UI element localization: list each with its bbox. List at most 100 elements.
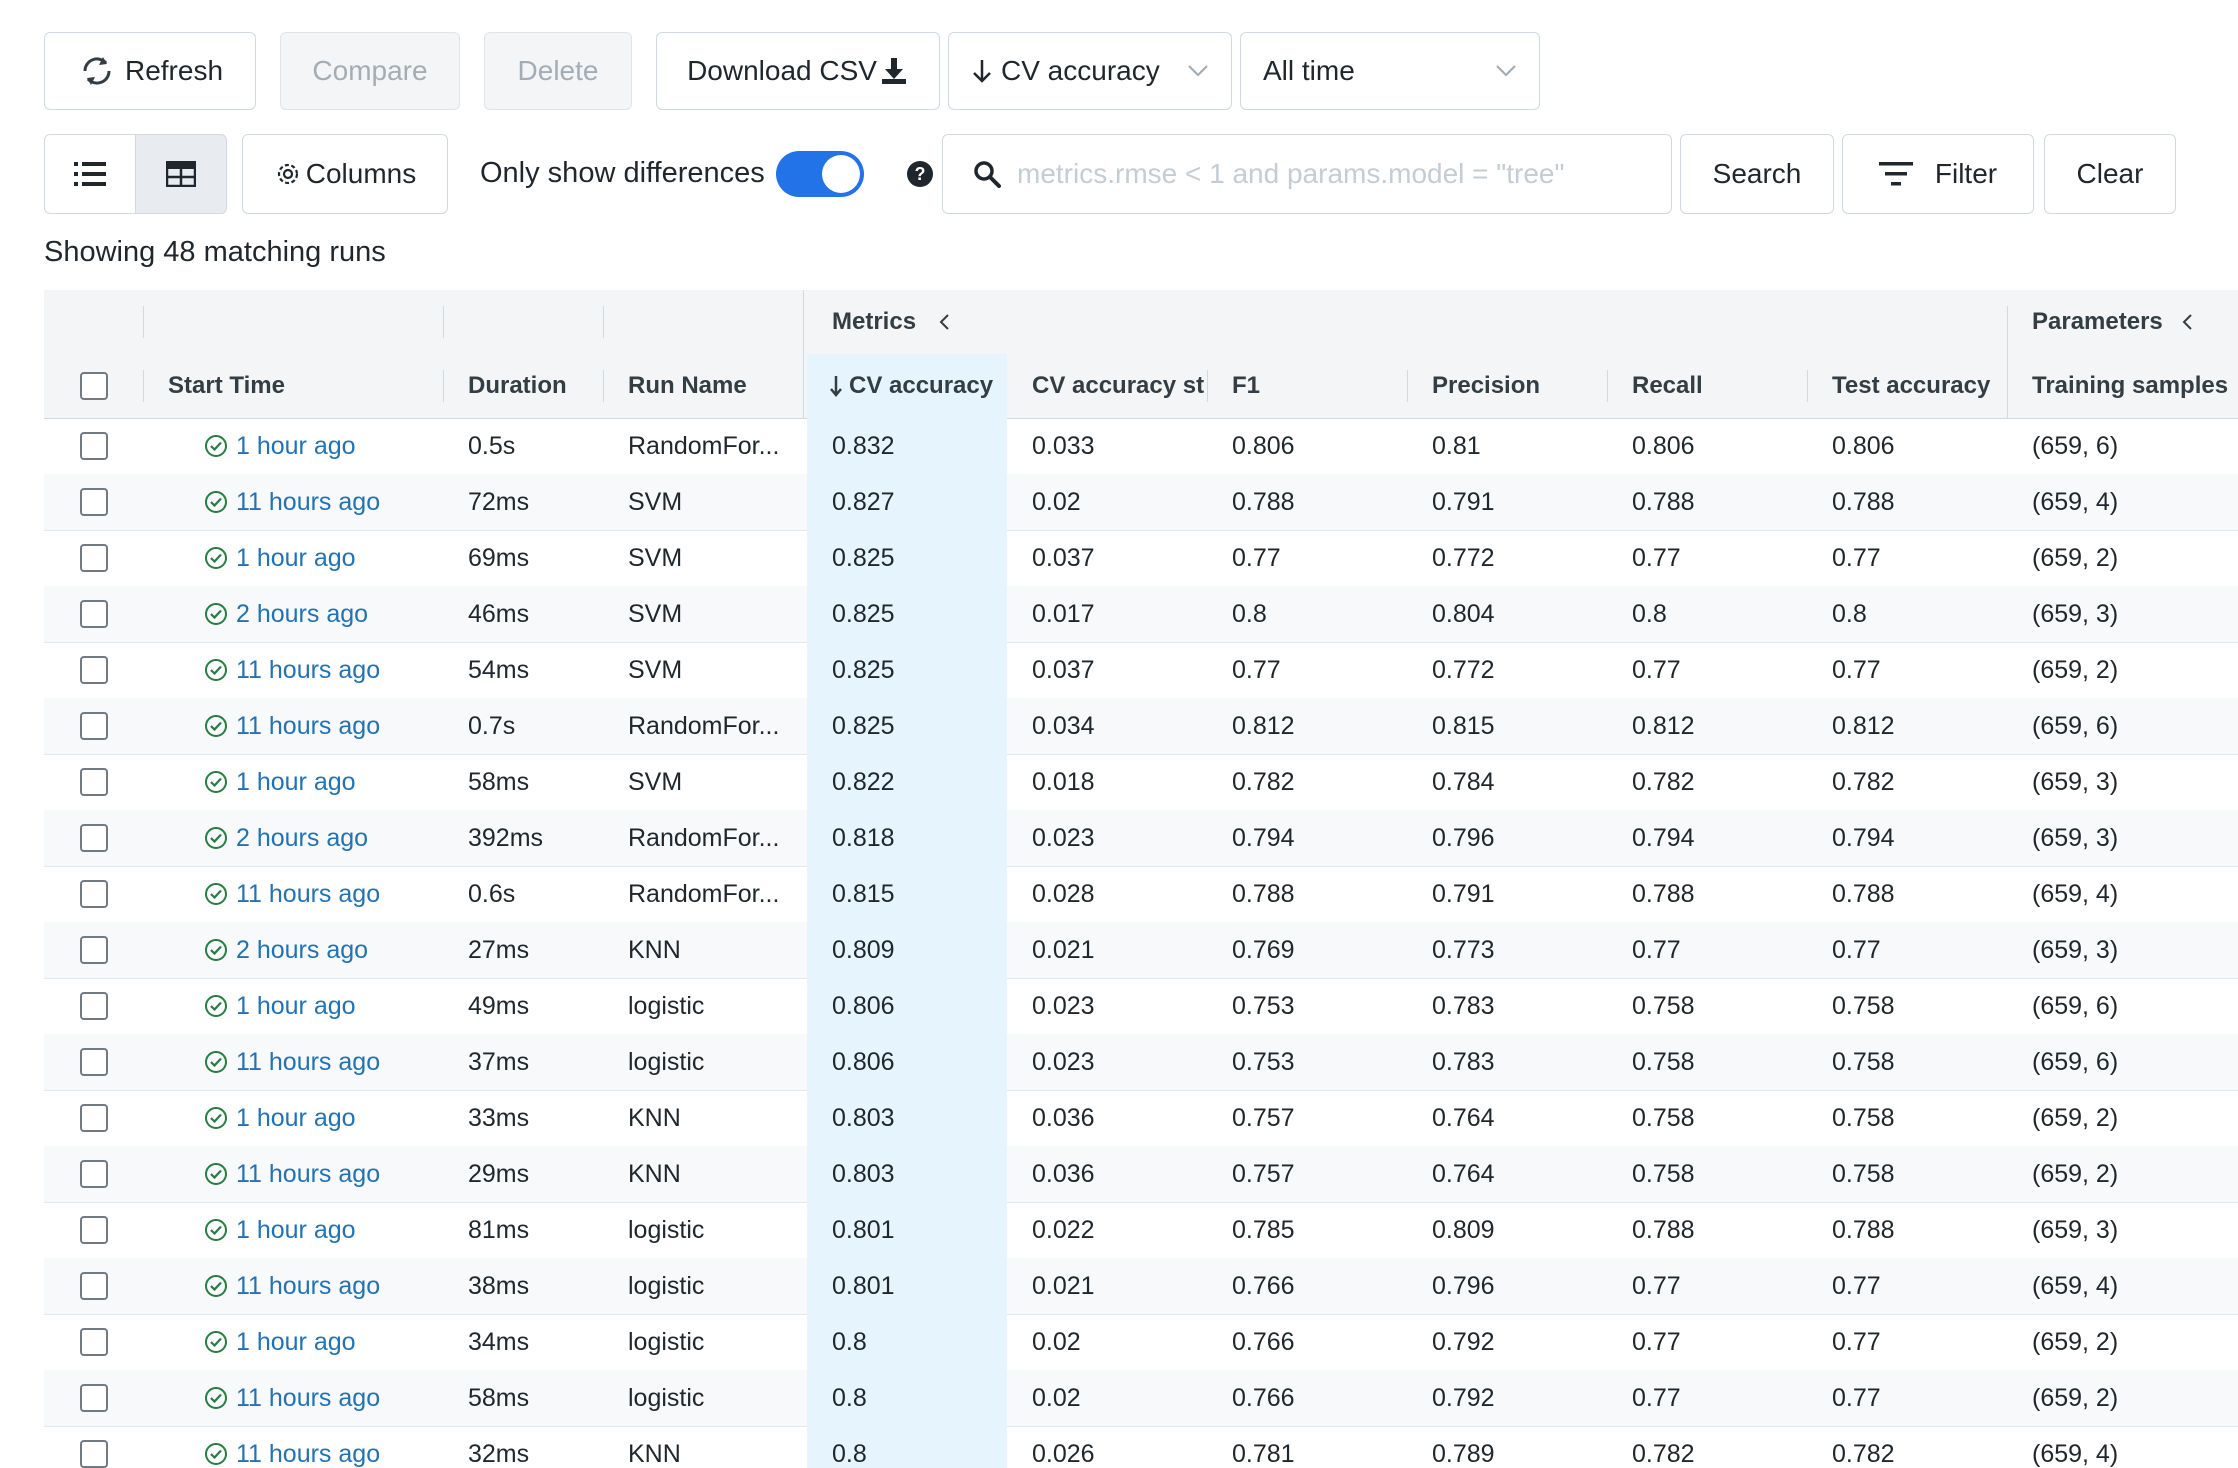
start-time-link[interactable]: 1 hour ago [236,1104,356,1133]
clear-button[interactable]: Clear [2044,134,2176,214]
chevron-left-icon[interactable] [2181,313,2193,331]
header-precision[interactable]: Precision [1432,354,1602,418]
cell-name[interactable]: logistic [628,1314,798,1370]
cell-name[interactable]: logistic [628,978,798,1034]
start-time-link[interactable]: 11 hours ago [236,1272,380,1301]
cell-name[interactable]: SVM [628,586,798,642]
help-icon[interactable]: ? [906,160,934,188]
columns-button[interactable]: Columns [242,134,448,214]
table-row[interactable]: 1 hour ago 69ms SVM 0.825 0.037 0.77 0.772 0.77… [44,530,2238,587]
header-test-accuracy[interactable]: Test accuracy [1832,354,2004,418]
row-checkbox[interactable] [79,1272,108,1300]
row-checkbox[interactable] [79,768,108,796]
start-time-link[interactable]: 11 hours ago [236,488,380,517]
cell-name[interactable]: KNN [628,1090,798,1146]
cell-name[interactable]: KNN [628,922,798,978]
row-checkbox[interactable] [79,600,108,628]
list-view-button[interactable] [44,134,136,214]
cell-name[interactable]: SVM [628,530,798,586]
time-range-dropdown[interactable]: All time [1240,32,1540,110]
start-time-link[interactable]: 1 hour ago [236,1216,356,1245]
table-row[interactable]: 11 hours ago 0.7s RandomFor... 0.825 0.034 0.… [44,698,2238,755]
cell-name[interactable]: RandomFor... [628,810,798,866]
row-checkbox[interactable] [79,1160,108,1188]
compare-button[interactable]: Compare [280,32,460,110]
only-differences-toggle[interactable] [776,151,864,197]
table-row[interactable]: 1 hour ago 33ms KNN 0.803 0.036 0.757 0.764 0.7… [44,1090,2238,1147]
table-row[interactable]: 11 hours ago 72ms SVM 0.827 0.02 0.788 0.791 0.… [44,474,2238,531]
search-button[interactable]: Search [1680,134,1834,214]
row-checkbox[interactable] [79,824,108,852]
header-run-name[interactable]: Run Name [628,354,798,418]
row-checkbox[interactable] [79,1440,108,1468]
start-time-link[interactable]: 1 hour ago [236,768,356,797]
cell-name[interactable]: SVM [628,474,798,530]
table-row[interactable]: 1 hour ago 49ms logistic 0.806 0.023 0.753 0.7… [44,978,2238,1035]
table-row[interactable]: 1 hour ago 81ms logistic 0.801 0.022 0.785 0.8… [44,1202,2238,1259]
cell-name[interactable]: logistic [628,1370,798,1426]
row-checkbox[interactable] [79,544,108,572]
table-row[interactable]: 2 hours ago 46ms SVM 0.825 0.017 0.8 0.804 0.8 0… [44,586,2238,643]
start-time-link[interactable]: 2 hours ago [236,600,368,629]
header-f1[interactable]: F1 [1232,354,1402,418]
table-row[interactable]: 1 hour ago 0.5s RandomFor... 0.832 0.033 0.80… [44,418,2238,475]
row-checkbox[interactable] [79,488,108,516]
cell-name[interactable]: RandomFor... [628,418,798,474]
row-checkbox[interactable] [79,712,108,740]
parameters-group-header[interactable]: Parameters [2032,290,2238,354]
metrics-group-header[interactable]: Metrics [832,290,1132,354]
start-time-link[interactable]: 11 hours ago [236,1440,380,1468]
table-view-button[interactable] [135,134,227,214]
cell-name[interactable]: KNN [628,1426,798,1468]
row-checkbox[interactable] [79,1104,108,1132]
table-row[interactable]: 2 hours ago 27ms KNN 0.809 0.021 0.769 0.773 0.… [44,922,2238,979]
cell-name[interactable]: logistic [628,1258,798,1314]
start-time-link[interactable]: 1 hour ago [236,544,356,573]
cell-name[interactable]: RandomFor... [628,866,798,922]
table-row[interactable]: 2 hours ago 392ms RandomFor... 0.818 0.023 0.… [44,810,2238,867]
cell-name[interactable]: logistic [628,1202,798,1258]
header-recall[interactable]: Recall [1632,354,1802,418]
table-row[interactable]: 11 hours ago 0.6s RandomFor... 0.815 0.028 0.… [44,866,2238,923]
start-time-link[interactable]: 11 hours ago [236,1160,380,1189]
row-checkbox[interactable] [79,880,108,908]
row-checkbox[interactable] [79,936,108,964]
table-row[interactable]: 11 hours ago 37ms logistic 0.806 0.023 0.753 0… [44,1034,2238,1091]
cell-name[interactable]: RandomFor... [628,698,798,754]
start-time-link[interactable]: 1 hour ago [236,432,356,461]
download-csv-button[interactable]: Download CSV [656,32,940,110]
table-row[interactable]: 11 hours ago 29ms KNN 0.803 0.036 0.757 0.764 0… [44,1146,2238,1203]
row-checkbox[interactable] [79,1048,108,1076]
start-time-link[interactable]: 2 hours ago [236,824,368,853]
cell-name[interactable]: SVM [628,642,798,698]
cell-name[interactable]: logistic [628,1034,798,1090]
row-checkbox[interactable] [79,656,108,684]
table-row[interactable]: 11 hours ago 32ms KNN 0.8 0.026 0.781 0.789 0.7… [44,1426,2238,1468]
cell-name[interactable]: SVM [628,754,798,810]
header-training-samples[interactable]: Training samples [2032,354,2238,418]
table-row[interactable]: 11 hours ago 54ms SVM 0.825 0.037 0.77 0.772 0.… [44,642,2238,699]
start-time-link[interactable]: 11 hours ago [236,880,380,909]
filter-button[interactable]: Filter [1842,134,2034,214]
start-time-link[interactable]: 11 hours ago [236,1384,380,1413]
refresh-button[interactable]: Refresh [44,32,256,110]
start-time-link[interactable]: 11 hours ago [236,1048,380,1077]
row-checkbox[interactable] [79,1328,108,1356]
header-start-time[interactable]: Start Time [168,354,438,418]
search-input[interactable] [1015,157,1671,191]
start-time-link[interactable]: 2 hours ago [236,936,368,965]
table-row[interactable]: 1 hour ago 34ms logistic 0.8 0.02 0.766 0.792 0… [44,1314,2238,1371]
select-all-checkbox[interactable] [79,372,108,400]
row-checkbox[interactable] [79,1384,108,1412]
header-cv-accuracy-std[interactable]: CV accuracy st [1032,354,1212,418]
chevron-left-icon[interactable] [938,313,950,331]
row-checkbox[interactable] [79,1216,108,1244]
cell-name[interactable]: KNN [628,1146,798,1202]
start-time-link[interactable]: 11 hours ago [236,656,380,685]
start-time-link[interactable]: 1 hour ago [236,1328,356,1357]
header-cv-accuracy[interactable]: CV accuracy [807,354,1007,418]
delete-button[interactable]: Delete [484,32,632,110]
row-checkbox[interactable] [79,992,108,1020]
start-time-link[interactable]: 1 hour ago [236,992,356,1021]
start-time-link[interactable]: 11 hours ago [236,712,380,741]
